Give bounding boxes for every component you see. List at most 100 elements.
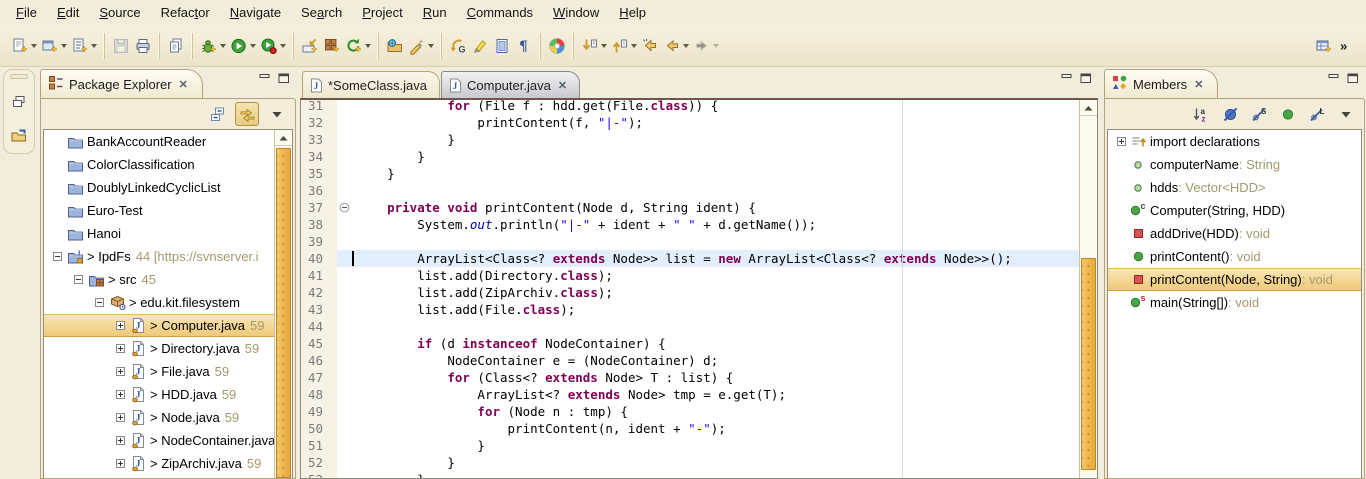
highlighter-button[interactable] [469, 33, 491, 59]
scrollbar-thumb[interactable] [1081, 258, 1096, 470]
hide-local-button[interactable]: L [1306, 103, 1328, 125]
dropdown-caret-icon[interactable] [91, 44, 97, 48]
expander-plus-icon[interactable] [112, 390, 129, 399]
menu-run[interactable]: Run [413, 2, 457, 23]
code-line-42[interactable]: 42 list.add(ZipArchiv.class); [301, 284, 1097, 301]
code-text[interactable]: } [351, 437, 1097, 454]
code-text[interactable] [351, 318, 1097, 335]
expander-plus-icon[interactable] [112, 367, 129, 376]
expander-minus-icon[interactable] [91, 298, 108, 307]
minimize-icon[interactable] [259, 73, 271, 84]
code-line-52[interactable]: 52 } [301, 454, 1097, 471]
code-text[interactable]: for (Node n : tmp) { [351, 403, 1097, 420]
code-text[interactable]: private void printContent(Node d, String… [351, 199, 1097, 216]
maximize-icon[interactable] [1080, 73, 1092, 84]
maximize-icon[interactable] [278, 73, 290, 84]
code-text[interactable]: list.add(File.class); [351, 301, 1097, 318]
code-text[interactable]: printContent(f, "|-"); [351, 114, 1097, 131]
scroll-up-icon[interactable] [1080, 100, 1097, 116]
tree-item-bankaccountreader[interactable]: BankAccountReader [44, 130, 292, 153]
expander-minus-icon[interactable] [49, 252, 66, 261]
code-line-47[interactable]: 47 for (Class<? extends Node> T : list) … [301, 369, 1097, 386]
show-public-button[interactable] [1277, 103, 1299, 125]
next-annotation-button[interactable] [579, 33, 609, 59]
editor-tab--someclass-java[interactable]: J*SomeClass.java [302, 71, 440, 98]
run-button[interactable] [228, 33, 258, 59]
tree-scrollbar[interactable] [274, 130, 292, 478]
print-button[interactable] [132, 33, 154, 59]
expander-minus-icon[interactable] [70, 275, 87, 284]
code-text[interactable]: } [351, 148, 1097, 165]
tree-item-src[interactable]: > src45 [44, 268, 292, 291]
menu-help[interactable]: Help [609, 2, 656, 23]
tree-item-ipdfs[interactable]: J> IpdFs44 [https://svnserver.i [44, 245, 292, 268]
refresh-button[interactable] [343, 33, 373, 59]
dropdown-caret-icon[interactable] [428, 44, 434, 48]
code-text[interactable]: for (File f : hdd.get(File.class)) { [351, 98, 1097, 114]
code-line-32[interactable]: 32 printContent(f, "|-"); [301, 114, 1097, 131]
tree-item-directory-java[interactable]: J> Directory.java59 [44, 337, 292, 360]
dropdown-caret-icon[interactable] [683, 44, 689, 48]
code-text[interactable]: } [351, 165, 1097, 182]
member-adddrive-hdd-[interactable]: addDrive(HDD) : void [1108, 222, 1361, 245]
prev-annotation-button[interactable] [609, 33, 639, 59]
view-menu-button[interactable] [266, 103, 288, 125]
copy-docs-button[interactable] [165, 33, 187, 59]
code-text[interactable]: } [351, 131, 1097, 148]
restore-view-button[interactable] [7, 91, 31, 113]
menu-commands[interactable]: Commands [457, 2, 543, 23]
back-button[interactable] [661, 33, 691, 59]
more-chevrons-button[interactable]: » [1335, 33, 1357, 59]
tree-item-hdd-java[interactable]: J> HDD.java59 [44, 383, 292, 406]
drag-handle[interactable] [10, 74, 28, 79]
code-area[interactable]: 31 for (File f : hdd.get(File.class)) {3… [301, 98, 1097, 478]
code-text[interactable]: ArrayList<Class<? extends Node>> list = … [351, 250, 1097, 267]
editor-tab-computer-java[interactable]: JComputer.java✕ [441, 71, 580, 98]
code-text[interactable]: for (Class<? extends Node> T : list) { [351, 369, 1097, 386]
expander-plus-icon[interactable] [112, 344, 129, 353]
code-line-51[interactable]: 51 } [301, 437, 1097, 454]
tree-item-ziparchiv-java[interactable]: J> ZipArchiv.java59 [44, 452, 292, 475]
code-text[interactable]: list.add(ZipArchiv.class); [351, 284, 1097, 301]
menu-source[interactable]: Source [89, 2, 150, 23]
dropdown-caret-icon[interactable] [713, 44, 719, 48]
editor-scrollbar[interactable] [1079, 100, 1097, 478]
member-printcontent-node-string-[interactable]: printContent(Node, String) : void [1108, 268, 1361, 291]
code-line-46[interactable]: 46 NodeContainer e = (NodeContainer) d; [301, 352, 1097, 369]
tree-item-edu-kit-filesystem[interactable]: > edu.kit.filesystem [44, 291, 292, 314]
new-package-button[interactable] [321, 33, 343, 59]
menu-search[interactable]: Search [291, 2, 352, 23]
tab-package-explorer[interactable]: Package Explorer ✕ [40, 69, 203, 98]
sort-button[interactable]: az [1190, 103, 1212, 125]
code-text[interactable]: list.add(Directory.class); [351, 267, 1097, 284]
hide-fields-button[interactable] [1219, 103, 1241, 125]
expander-plus-icon[interactable] [112, 436, 129, 445]
member-hdds[interactable]: hdds : Vector<HDD> [1108, 176, 1361, 199]
code-line-39[interactable]: 39 [301, 233, 1097, 250]
minimize-icon[interactable] [1061, 73, 1073, 84]
fold-collapse-icon[interactable] [337, 199, 351, 216]
dropdown-caret-icon[interactable] [601, 44, 607, 48]
tree-item-computer-java[interactable]: J> Computer.java59 [44, 314, 292, 337]
tree-item-node-java[interactable]: J> Node.java59 [44, 406, 292, 429]
close-icon[interactable]: ✕ [1194, 78, 1203, 91]
dropdown-caret-icon[interactable] [631, 44, 637, 48]
code-text[interactable] [351, 233, 1097, 250]
member-computername[interactable]: computerName : String [1108, 153, 1361, 176]
menu-edit[interactable]: Edit [47, 2, 89, 23]
import-button[interactable] [299, 33, 321, 59]
dropdown-caret-icon[interactable] [365, 44, 371, 48]
dropdown-caret-icon[interactable] [61, 44, 67, 48]
code-line-34[interactable]: 34 } [301, 148, 1097, 165]
expander-plus-icon[interactable] [112, 321, 129, 330]
show-source-button[interactable] [491, 33, 513, 59]
close-icon[interactable]: ✕ [558, 79, 567, 92]
menu-navigate[interactable]: Navigate [220, 2, 291, 23]
menu-project[interactable]: Project [352, 2, 412, 23]
code-line-43[interactable]: 43 list.add(File.class); [301, 301, 1097, 318]
code-line-41[interactable]: 41 list.add(Directory.class); [301, 267, 1097, 284]
view-menu-button[interactable] [1335, 103, 1357, 125]
expander-plus-icon[interactable] [1113, 137, 1130, 146]
code-line-31[interactable]: 31 for (File f : hdd.get(File.class)) { [301, 98, 1097, 114]
debug-button[interactable] [198, 33, 228, 59]
